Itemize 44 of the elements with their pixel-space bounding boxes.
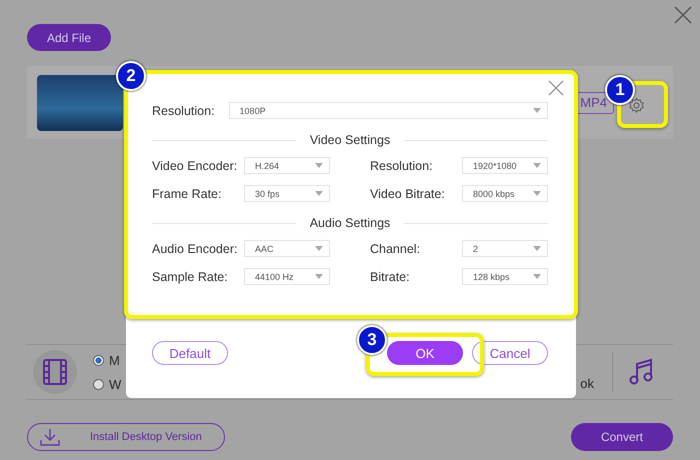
dropdown-caret-icon — [533, 163, 541, 168]
format-label: ok — [580, 376, 594, 390]
resolution-dropdown[interactable]: 1080P — [228, 102, 548, 119]
field-label: Sample Rate: — [152, 270, 228, 284]
settings-dropdown[interactable]: 30 fps — [244, 185, 330, 202]
settings-dropdown[interactable]: 2 — [462, 240, 548, 257]
download-icon — [40, 428, 60, 446]
settings-dropdown[interactable]: AAC — [244, 240, 330, 257]
dropdown-caret-icon — [533, 246, 541, 251]
music-note-icon[interactable] — [629, 358, 653, 386]
dropdown-caret-icon — [315, 274, 323, 279]
dropdown-caret-icon — [533, 108, 541, 113]
ok-button[interactable]: OK — [387, 341, 463, 365]
dropdown-caret-icon — [533, 191, 541, 196]
dialog-button[interactable]: Default — [152, 341, 228, 365]
settings-dropdown[interactable]: 8000 kbps — [462, 185, 548, 202]
field-label: Resolution: — [152, 104, 215, 118]
settings-dropdown[interactable]: 1920*1080 — [462, 157, 548, 174]
field-label: Bitrate: — [370, 270, 410, 284]
format-radio-option[interactable]: M — [93, 352, 122, 368]
section-heading: Audio Settings — [310, 216, 390, 230]
field-label: Video Encoder: — [152, 158, 238, 172]
close-icon[interactable] — [674, 6, 692, 24]
settings-dropdown[interactable]: 44100 Hz — [244, 268, 330, 285]
settings-icon[interactable] — [628, 97, 645, 114]
field-label: Frame Rate: — [152, 186, 222, 200]
dropdown-caret-icon — [315, 246, 323, 251]
install-desktop-button[interactable]: Install Desktop Version — [27, 423, 225, 451]
field-label: Resolution: — [370, 158, 433, 172]
close-icon[interactable] — [548, 80, 564, 96]
field-label: Channel: — [370, 242, 420, 256]
add-file-button[interactable]: Add File — [27, 24, 112, 51]
dialog-button[interactable]: Cancel — [472, 341, 548, 365]
settings-dropdown[interactable]: 128 kbps — [462, 268, 548, 285]
field-label: Audio Encoder: — [152, 242, 238, 256]
field-label: Video Bitrate: — [370, 186, 445, 200]
dropdown-caret-icon — [533, 274, 541, 279]
settings-dropdown[interactable]: H.264 — [244, 157, 330, 174]
film-icon[interactable] — [33, 350, 77, 394]
dropdown-caret-icon — [315, 191, 323, 196]
format-radio-option[interactable]: W — [93, 376, 122, 392]
section-heading: Video Settings — [310, 133, 390, 147]
convert-button[interactable]: Convert — [570, 423, 673, 451]
dropdown-caret-icon — [315, 163, 323, 168]
